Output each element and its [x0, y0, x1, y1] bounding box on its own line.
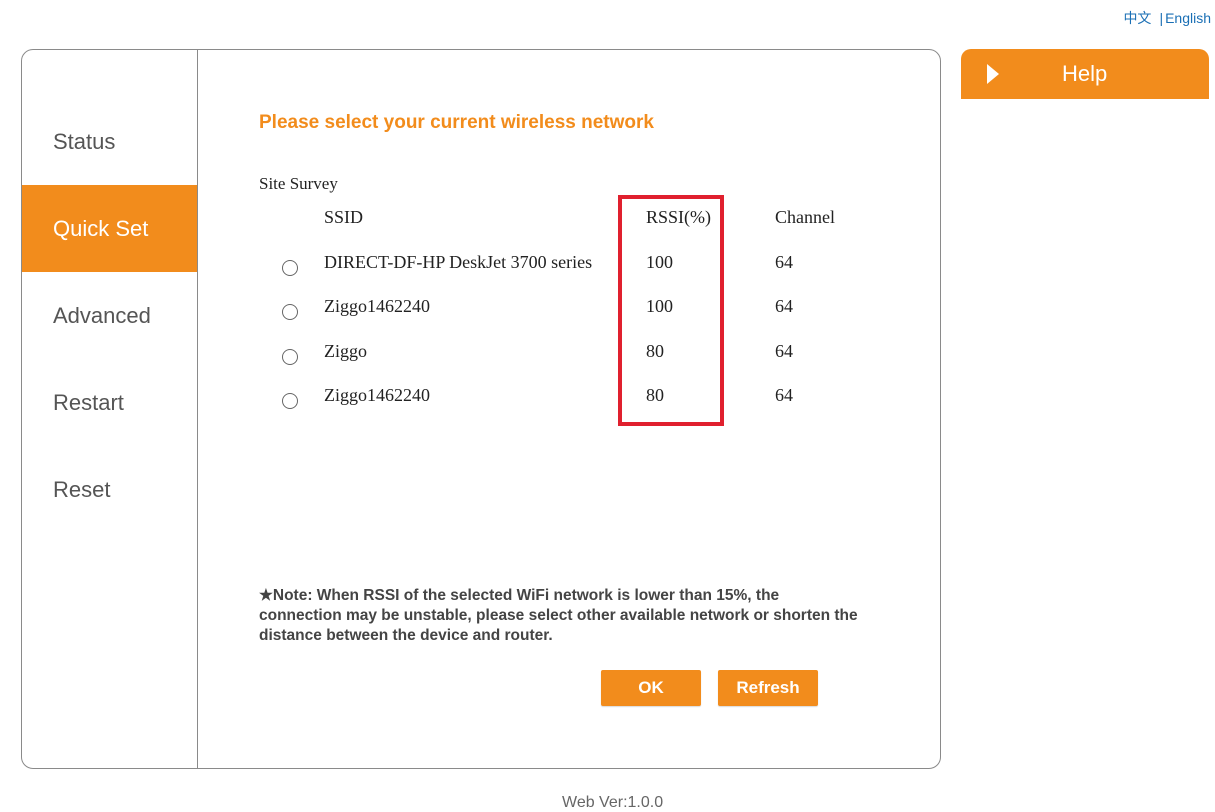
network-radio[interactable] — [282, 349, 298, 365]
rssi-note: ★Note: When RSSI of the selected WiFi ne… — [259, 587, 858, 644]
rssi-highlight-box — [618, 195, 724, 426]
sidebar-item-reset[interactable]: Reset — [22, 446, 197, 533]
network-ssid: Ziggo1462240 — [324, 385, 430, 405]
network-channel: 64 — [775, 385, 793, 405]
ok-button[interactable]: OK — [601, 670, 701, 706]
network-row[interactable]: Ziggo1462240 80 64 — [198, 385, 940, 429]
site-survey-label: Site Survey — [259, 174, 338, 193]
page-title: Please select your current wireless netw… — [259, 112, 654, 133]
sidebar-item-advanced[interactable]: Advanced — [22, 272, 197, 359]
network-channel: 64 — [775, 341, 793, 361]
lang-english-link[interactable]: English — [1165, 10, 1211, 26]
sidebar: Status Quick Set Advanced Restart Reset — [22, 50, 198, 768]
network-radio[interactable] — [282, 260, 298, 276]
language-switcher: 中文 | English — [1123, 8, 1211, 28]
web-version: Web Ver:1.0.0 — [562, 794, 664, 811]
sidebar-item-restart[interactable]: Restart — [22, 359, 197, 446]
lang-separator: | — [1159, 10, 1164, 26]
sidebar-item-status[interactable]: Status — [22, 98, 197, 185]
column-header-channel: Channel — [775, 207, 835, 227]
lang-chinese-link[interactable]: 中文 — [1123, 10, 1151, 26]
content-area: Please select your current wireless netw… — [198, 50, 940, 768]
column-header-ssid: SSID — [324, 207, 364, 227]
network-ssid: Ziggo1462240 — [324, 296, 430, 316]
help-panel-header[interactable]: Help — [961, 49, 1209, 99]
main-panel: Status Quick Set Advanced Restart Reset … — [21, 49, 941, 769]
network-row[interactable]: Ziggo1462240 100 64 — [198, 296, 940, 340]
refresh-button[interactable]: Refresh — [718, 670, 818, 706]
network-channel: 64 — [775, 296, 793, 316]
network-channel: 64 — [775, 252, 793, 272]
network-ssid: Ziggo — [324, 341, 367, 361]
help-label: Help — [1062, 61, 1108, 86]
network-radio[interactable] — [282, 304, 298, 320]
network-row[interactable]: Ziggo 80 64 — [198, 341, 940, 385]
sidebar-item-quick-set[interactable]: Quick Set — [22, 185, 197, 272]
network-row[interactable]: DIRECT-DF-HP DeskJet 3700 series 100 64 — [198, 252, 940, 296]
network-radio[interactable] — [282, 393, 298, 409]
network-ssid: DIRECT-DF-HP DeskJet 3700 series — [324, 252, 593, 272]
play-arrow-icon — [987, 64, 999, 84]
